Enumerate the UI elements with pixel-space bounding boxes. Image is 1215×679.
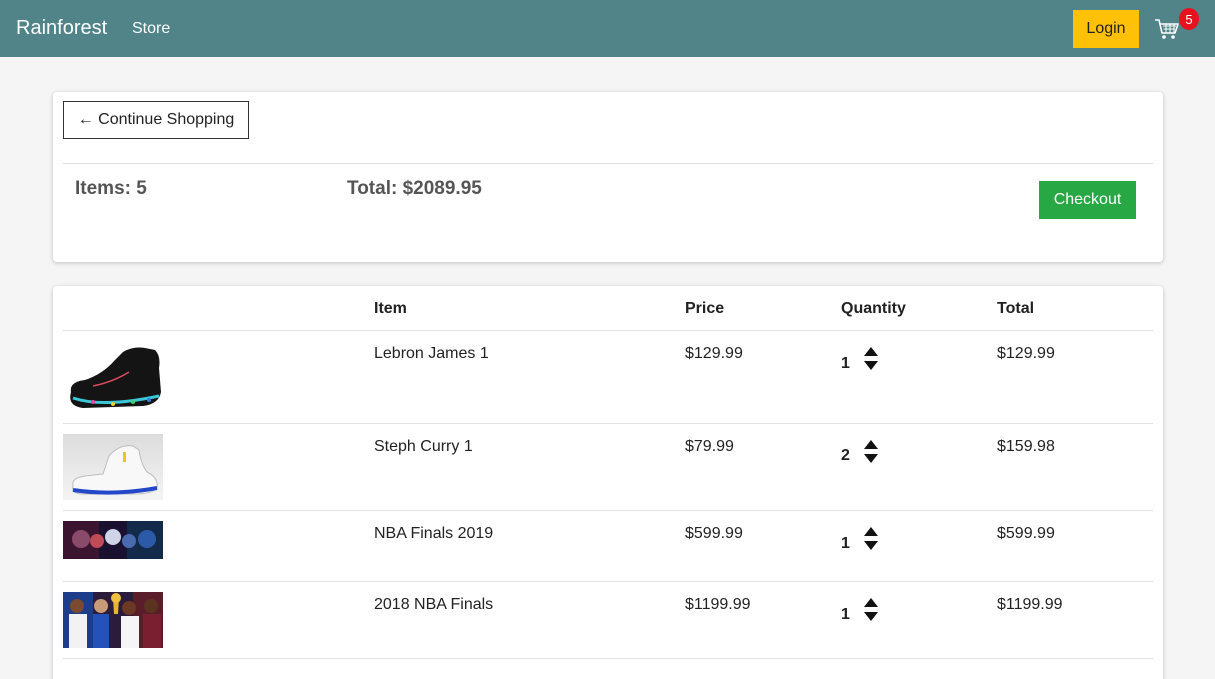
column-header-quantity: Quantity [841, 300, 906, 317]
sneaker-black-product-image [63, 342, 163, 412]
cart-items-table: Item Price Quantity Total Lebron James 1… [53, 286, 1163, 679]
row-divider [63, 658, 1153, 659]
login-button[interactable]: Login [1073, 10, 1139, 48]
quantity-stepper [864, 440, 878, 464]
item-price: $79.99 [685, 438, 734, 455]
nba-finals-players-image [63, 592, 163, 648]
quantity-value: 1 [841, 606, 850, 623]
decrement-arrow-icon[interactable] [864, 454, 878, 463]
item-price: $599.99 [685, 525, 743, 542]
item-total: $129.99 [997, 345, 1055, 362]
quantity-stepper [864, 347, 878, 371]
decrement-arrow-icon[interactable] [864, 361, 878, 370]
continue-shopping-button[interactable]: ← Continue Shopping [63, 101, 249, 139]
column-header-price: Price [685, 300, 725, 317]
header-divider [63, 330, 1153, 331]
item-name[interactable]: Lebron James 1 [374, 345, 489, 363]
nba-finals-banner-image [63, 521, 163, 559]
cart-summary-card: ← Continue Shopping Items: 5 Total: $208… [53, 92, 1163, 262]
quantity-stepper [864, 598, 878, 622]
item-total: $159.98 [997, 438, 1055, 455]
item-total: $599.99 [997, 525, 1055, 542]
item-name[interactable]: NBA Finals 2019 [374, 525, 493, 543]
item-total: $1199.99 [997, 596, 1063, 613]
item-name[interactable]: 2018 NBA Finals [374, 596, 493, 614]
checkout-button[interactable]: Checkout [1039, 181, 1136, 219]
decrement-arrow-icon[interactable] [864, 541, 878, 550]
item-price: $129.99 [685, 345, 743, 362]
column-header-item: Item [374, 300, 407, 317]
nav-link-store[interactable]: Store [132, 20, 170, 38]
increment-arrow-icon[interactable] [864, 347, 878, 356]
shopping-cart-icon[interactable] [1154, 16, 1180, 42]
item-price: $1199.99 [685, 596, 751, 613]
divider [63, 163, 1153, 164]
cart-count-badge: 5 [1179, 8, 1199, 30]
increment-arrow-icon[interactable] [864, 440, 878, 449]
sneaker-white-product-image [63, 434, 163, 500]
quantity-value: 1 [841, 355, 850, 372]
cart-total: Total: $2089.95 [347, 178, 482, 199]
row-divider [63, 510, 1153, 511]
decrement-arrow-icon[interactable] [864, 612, 878, 621]
quantity-stepper [864, 527, 878, 551]
items-count: Items: 5 [75, 178, 147, 199]
top-navbar: Rainforest Store Login 5 [0, 0, 1215, 57]
row-divider [63, 581, 1153, 582]
quantity-value: 1 [841, 535, 850, 552]
item-name[interactable]: Steph Curry 1 [374, 438, 473, 456]
quantity-value: 2 [841, 447, 850, 464]
increment-arrow-icon[interactable] [864, 527, 878, 536]
brand-logo[interactable]: Rainforest [16, 17, 107, 40]
column-header-total: Total [997, 300, 1035, 317]
row-divider [63, 423, 1153, 424]
increment-arrow-icon[interactable] [864, 598, 878, 607]
